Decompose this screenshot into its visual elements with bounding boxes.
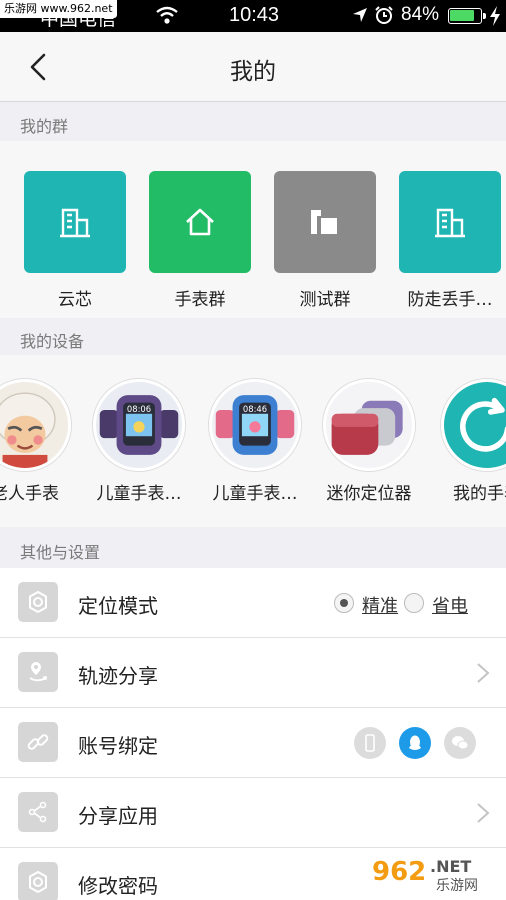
svg-text:08:06: 08:06 <box>127 404 151 414</box>
device-name: 儿童手表… <box>212 484 298 504</box>
group-item[interactable]: 云芯 <box>24 171 126 310</box>
group-item[interactable]: 手表群 <box>149 171 251 310</box>
device-item[interactable]: 老人手表 <box>0 379 80 504</box>
gear-icon <box>18 582 58 622</box>
device-item[interactable]: 08:46 儿童手表… <box>200 379 310 504</box>
device-name: 迷你定位器 <box>326 484 412 504</box>
section-header-devices: 我的设备 <box>0 318 506 356</box>
group-name: 测试群 <box>299 290 351 310</box>
location-arrow-icon <box>353 8 367 22</box>
building-icon <box>435 208 465 238</box>
kids-watch-purple[interactable]: 08:06 <box>93 379 185 471</box>
wechat-icon <box>452 736 469 750</box>
section-header-settings: 其他与设置 <box>0 529 506 567</box>
phone-icon <box>365 734 375 752</box>
group-name: 防走丢手… <box>407 290 493 310</box>
device-item[interactable]: 我的手表 <box>432 379 506 504</box>
kids-watch-blue[interactable]: 08:46 <box>209 379 301 471</box>
battery-tip <box>483 13 486 19</box>
charging-bolt-icon <box>490 6 500 26</box>
elder-avatar[interactable] <box>0 379 71 471</box>
building-icon <box>60 208 90 238</box>
group-tile[interactable] <box>274 171 376 273</box>
watermark-logo: 962 .NET 乐游网 <box>366 852 502 894</box>
location-mode-row[interactable]: 定位模式 精准 省电 <box>0 568 506 638</box>
group-item[interactable]: 测试群 <box>274 171 376 310</box>
battery-icon <box>448 8 482 24</box>
radio-label-precise[interactable]: 精准 <box>362 592 398 618</box>
section-title: 其他与设置 <box>20 543 101 562</box>
section-header-groups: 我的群 <box>0 103 506 141</box>
clock: 10:43 <box>229 4 280 26</box>
map-pin-route-icon <box>18 652 58 692</box>
navigation-bar: 我的 <box>0 32 506 102</box>
track-share-row[interactable]: 轨迹分享 <box>0 638 506 708</box>
group-name: 手表群 <box>174 290 226 310</box>
device-name: 我的手表 <box>453 484 506 504</box>
section-title: 我的群 <box>20 117 69 136</box>
battery-level <box>450 10 475 21</box>
account-binding-row[interactable]: 账号绑定 <box>0 708 506 778</box>
share-app-row[interactable]: 分享应用 <box>0 778 506 848</box>
layout-icon <box>311 210 337 234</box>
home-icon <box>186 208 214 236</box>
chevron-right-icon <box>477 803 490 823</box>
group-tile[interactable] <box>149 171 251 273</box>
row-label: 分享应用 <box>78 804 158 828</box>
device-item[interactable]: 迷你定位器 <box>314 379 424 504</box>
watermark-top: 乐游网 www.962.net <box>0 0 117 18</box>
radio-precise[interactable] <box>334 593 354 613</box>
svg-text:.NET: .NET <box>430 857 471 876</box>
mini-locator[interactable] <box>323 379 415 471</box>
group-tile[interactable] <box>24 171 126 273</box>
page-title: 我的 <box>230 59 276 85</box>
device-list: 老人手表 08:06 儿童手表… <box>0 355 506 527</box>
row-label: 账号绑定 <box>78 734 158 758</box>
radio-power-saving[interactable] <box>404 593 424 613</box>
gear-icon <box>18 862 58 900</box>
share-icon <box>18 792 58 832</box>
group-item[interactable]: 防走丢手… <box>399 171 501 310</box>
phone-bind-button[interactable] <box>354 727 386 759</box>
battery-percent: 84% <box>401 4 440 25</box>
row-label: 轨迹分享 <box>78 664 158 688</box>
device-item[interactable]: 08:06 儿童手表… <box>84 379 194 504</box>
row-label: 修改密码 <box>78 874 158 898</box>
group-name: 云芯 <box>58 290 92 310</box>
account-bind-icons <box>354 727 476 759</box>
device-name: 儿童手表… <box>96 484 182 504</box>
radio-label-power-saving[interactable]: 省电 <box>432 592 468 618</box>
group-list: 云芯 手表群 测试群 防走丢手… <box>0 141 506 318</box>
svg-text:962: 962 <box>372 857 426 887</box>
wechat-bind-button[interactable] <box>444 727 476 759</box>
chevron-right-icon <box>477 663 490 683</box>
qq-icon <box>409 735 421 750</box>
location-mode-options: 精准 省电 <box>334 592 484 617</box>
status-bar: 中国电信 10:43 84% 乐游网 www.962.net <box>0 0 506 32</box>
qq-bind-button[interactable] <box>399 727 431 759</box>
device-name: 老人手表 <box>0 484 59 504</box>
section-title: 我的设备 <box>20 332 85 351</box>
link-icon <box>18 722 58 762</box>
add-device-icon[interactable] <box>441 379 506 471</box>
svg-text:乐游网: 乐游网 <box>436 878 478 894</box>
row-label: 定位模式 <box>78 594 158 618</box>
wifi-icon <box>156 6 178 24</box>
group-tile[interactable] <box>399 171 501 273</box>
svg-text:08:46: 08:46 <box>243 404 267 414</box>
alarm-icon <box>375 6 393 24</box>
